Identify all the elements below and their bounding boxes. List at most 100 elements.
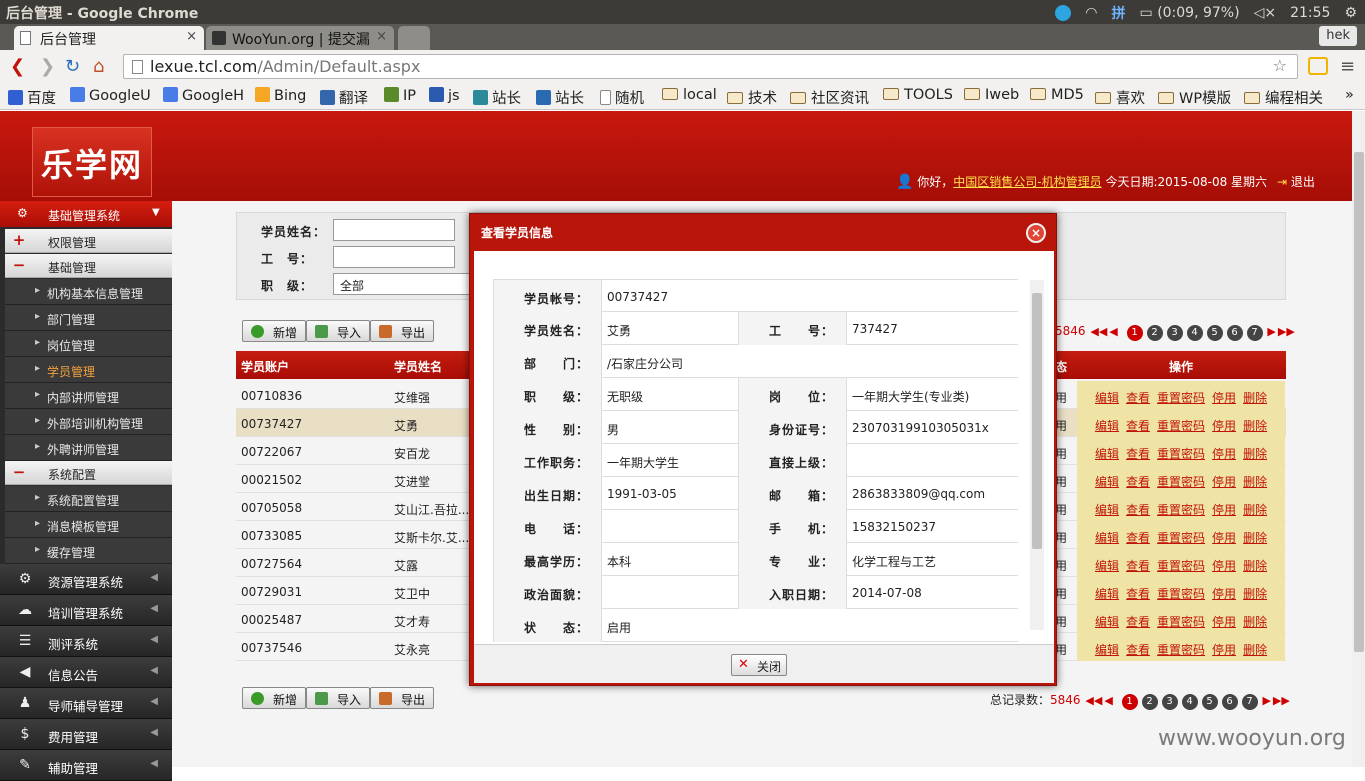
wifi-icon[interactable]: ◠ (1085, 5, 1097, 21)
disable-link[interactable]: 停用 (1212, 531, 1236, 545)
first-page-icon[interactable]: ◀◀ (1085, 694, 1102, 707)
reset-password-link[interactable]: 重置密码 (1157, 559, 1205, 573)
delete-link[interactable]: 删除 (1243, 531, 1267, 545)
bookmark-md5[interactable]: MD5 (1030, 87, 1084, 103)
level-select[interactable]: 全部 (333, 273, 473, 295)
reset-password-link[interactable]: 重置密码 (1157, 475, 1205, 489)
sidebar-item-internal-lecturer[interactable]: ▸ 内部讲师管理 (5, 383, 172, 409)
sidebar-module-evaluation[interactable]: ☰ 测评系统 ◀ (0, 626, 172, 657)
sidebar-module-mentor[interactable]: ♟ 导师辅导管理 ◀ (0, 688, 172, 719)
sidebar-item-basic[interactable]: − 基础管理 (5, 254, 172, 278)
disable-link[interactable]: 停用 (1212, 475, 1236, 489)
export-button[interactable]: 导出 (370, 687, 435, 709)
telegram-icon[interactable] (1055, 5, 1072, 21)
bookmark-tech[interactable]: 技术 (727, 87, 777, 108)
sidebar-item-external-lecturer[interactable]: ▸ 外聘讲师管理 (5, 435, 172, 461)
sidebar-item-department[interactable]: ▸ 部门管理 (5, 305, 172, 331)
page-link[interactable]: 7 (1246, 325, 1263, 341)
bookmark-googleu[interactable]: GoogleU (70, 87, 151, 104)
bookmark-wp[interactable]: WP模版 (1158, 87, 1231, 108)
bookmark-programming[interactable]: 编程相关 (1244, 87, 1323, 108)
reset-password-link[interactable]: 重置密码 (1157, 643, 1205, 657)
sidebar-top-basic-management[interactable]: ⚙ 基础管理系统 ▼ (0, 201, 188, 227)
next-page-icon[interactable]: ▶ (1267, 325, 1275, 338)
close-button[interactable]: ✕ 关闭 (731, 654, 787, 676)
view-link[interactable]: 查看 (1126, 475, 1150, 489)
page-link[interactable]: 2 (1146, 325, 1163, 341)
reload-icon[interactable]: ↻ (65, 56, 80, 77)
disable-link[interactable]: 停用 (1212, 643, 1236, 657)
bookmark-translate[interactable]: 翻译 (320, 87, 368, 108)
reset-password-link[interactable]: 重置密码 (1157, 531, 1205, 545)
view-link[interactable]: 查看 (1126, 559, 1150, 573)
volume-icon[interactable]: ◁× (1254, 5, 1277, 21)
page-link[interactable]: 6 (1226, 325, 1243, 341)
view-link[interactable]: 查看 (1126, 419, 1150, 433)
bookmark-js[interactable]: js (429, 87, 460, 104)
delete-link[interactable]: 删除 (1243, 419, 1267, 433)
view-link[interactable]: 查看 (1126, 447, 1150, 461)
edit-link[interactable]: 编辑 (1095, 615, 1119, 629)
next-page-icon[interactable]: ▶ (1262, 694, 1270, 707)
page-link[interactable]: 5 (1206, 325, 1223, 341)
bookmark-baidu[interactable]: 百度 (8, 87, 56, 108)
disable-link[interactable]: 停用 (1212, 559, 1236, 573)
sidebar-module-expense[interactable]: $ 费用管理 ◀ (0, 719, 172, 750)
battery-status[interactable]: ▭ (0:09, 97%) (1140, 5, 1240, 21)
view-link[interactable]: 查看 (1126, 643, 1150, 657)
sidebar-item-message-template[interactable]: ▸ 消息模板管理 (5, 512, 172, 538)
disable-link[interactable]: 停用 (1212, 419, 1236, 433)
delete-link[interactable]: 删除 (1243, 475, 1267, 489)
delete-link[interactable]: 删除 (1243, 643, 1267, 657)
bookmark-zhanzhang1[interactable]: 站长 (473, 87, 521, 108)
prev-page-icon[interactable]: ◀ (1109, 325, 1117, 338)
close-tab-icon[interactable]: × (376, 29, 387, 44)
bookmark-ip[interactable]: IP (384, 87, 416, 104)
id-input[interactable] (333, 246, 455, 268)
prev-page-icon[interactable]: ◀ (1104, 694, 1112, 707)
org-user-link[interactable]: 中国区销售公司-机构管理员 (953, 175, 1101, 189)
delete-link[interactable]: 删除 (1243, 391, 1267, 405)
sidebar-item-config-manage[interactable]: ▸ 系统配置管理 (5, 486, 172, 512)
page-scroll-thumb[interactable] (1354, 152, 1364, 652)
page-link[interactable]: 4 (1181, 694, 1198, 710)
disable-link[interactable]: 停用 (1212, 615, 1236, 629)
disable-link[interactable]: 停用 (1212, 503, 1236, 517)
reset-password-link[interactable]: 重置密码 (1157, 419, 1205, 433)
reset-password-link[interactable]: 重置密码 (1157, 587, 1205, 601)
ime-indicator[interactable]: 拼 (1112, 3, 1126, 23)
edit-link[interactable]: 编辑 (1095, 419, 1119, 433)
add-button[interactable]: 新增 (242, 320, 307, 342)
page-link[interactable]: 4 (1186, 325, 1203, 341)
close-icon[interactable]: × (1026, 223, 1046, 243)
bookmark-local[interactable]: local (662, 87, 717, 103)
edit-link[interactable]: 编辑 (1095, 475, 1119, 489)
edit-link[interactable]: 编辑 (1095, 587, 1119, 601)
bookmark-like[interactable]: 喜欢 (1095, 87, 1145, 108)
menu-icon[interactable]: ≡ (1340, 56, 1355, 77)
more-bookmarks-button[interactable]: » (1345, 87, 1354, 103)
sidebar-item-cache[interactable]: ▸ 缓存管理 (5, 538, 172, 564)
tab-admin[interactable]: 后台管理 × (14, 26, 204, 50)
star-icon[interactable]: ☆ (1273, 56, 1287, 75)
delete-link[interactable]: 删除 (1243, 447, 1267, 461)
import-button[interactable]: 导入 (306, 320, 371, 342)
sidebar-item-permission[interactable]: + 权限管理 (5, 229, 172, 253)
sidebar-item-org-info[interactable]: ▸ 机构基本信息管理 (5, 279, 172, 305)
sidebar-item-student[interactable]: ▸ 学员管理 (5, 357, 172, 383)
sidebar-module-notice[interactable]: ◀ 信息公告 ◀ (0, 657, 172, 688)
delete-link[interactable]: 删除 (1243, 587, 1267, 601)
view-link[interactable]: 查看 (1126, 503, 1150, 517)
view-link[interactable]: 查看 (1126, 531, 1150, 545)
page-link[interactable]: 2 (1141, 694, 1158, 710)
sidebar-item-system-config[interactable]: − 系统配置 (5, 461, 172, 485)
bookmark-bing[interactable]: Bing (255, 87, 306, 104)
import-button[interactable]: 导入 (306, 687, 371, 709)
disable-link[interactable]: 停用 (1212, 447, 1236, 461)
page-link[interactable]: 1 (1121, 694, 1138, 710)
last-page-icon[interactable]: ▶▶ (1273, 694, 1290, 707)
bookmark-iweb[interactable]: Iweb (964, 87, 1019, 103)
name-input[interactable] (333, 219, 455, 241)
page-link[interactable]: 3 (1166, 325, 1183, 341)
view-link[interactable]: 查看 (1126, 615, 1150, 629)
